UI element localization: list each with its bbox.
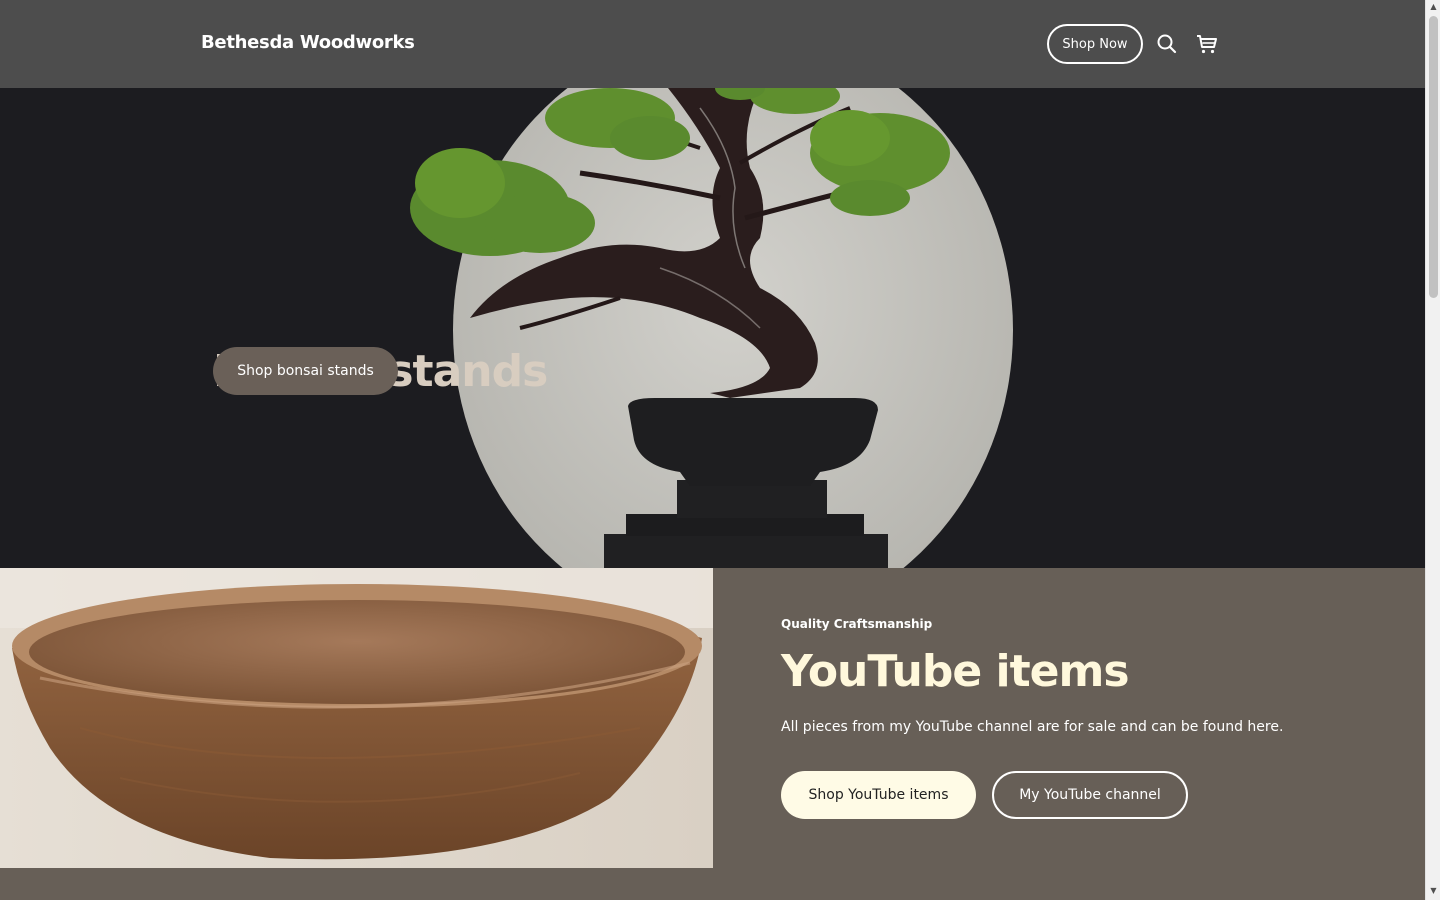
brand-logo-text[interactable]: Bethesda Woodworks [201,32,415,53]
site-header: Bethesda Woodworks Shop Now [0,0,1425,88]
hero-banner: Bonsai stands Shop bonsai stands [0,88,1425,568]
youtube-items-section: Quality Craftsmanship YouTube items All … [0,568,1425,868]
wooden-bowl-photo [0,568,713,868]
cart-icon[interactable] [1195,32,1219,56]
shop-bonsai-stands-button[interactable]: Shop bonsai stands [213,347,398,395]
section-eyebrow: Quality Craftsmanship [781,617,933,631]
shop-youtube-items-button[interactable]: Shop YouTube items [781,771,976,819]
page-scrollbar[interactable]: ▲ ▼ [1425,0,1440,900]
section-title: YouTube items [781,646,1130,697]
section-description: All pieces from my YouTube channel are f… [781,719,1284,735]
shop-now-button[interactable]: Shop Now [1047,24,1143,64]
my-youtube-channel-button[interactable]: My YouTube channel [992,771,1188,819]
scroll-up-arrow-icon[interactable]: ▲ [1429,3,1438,11]
search-icon[interactable] [1155,32,1179,56]
scroll-down-arrow-icon[interactable]: ▼ [1429,887,1438,895]
scrollbar-thumb[interactable] [1429,16,1438,298]
bonsai-tree-illustration [410,88,1013,568]
